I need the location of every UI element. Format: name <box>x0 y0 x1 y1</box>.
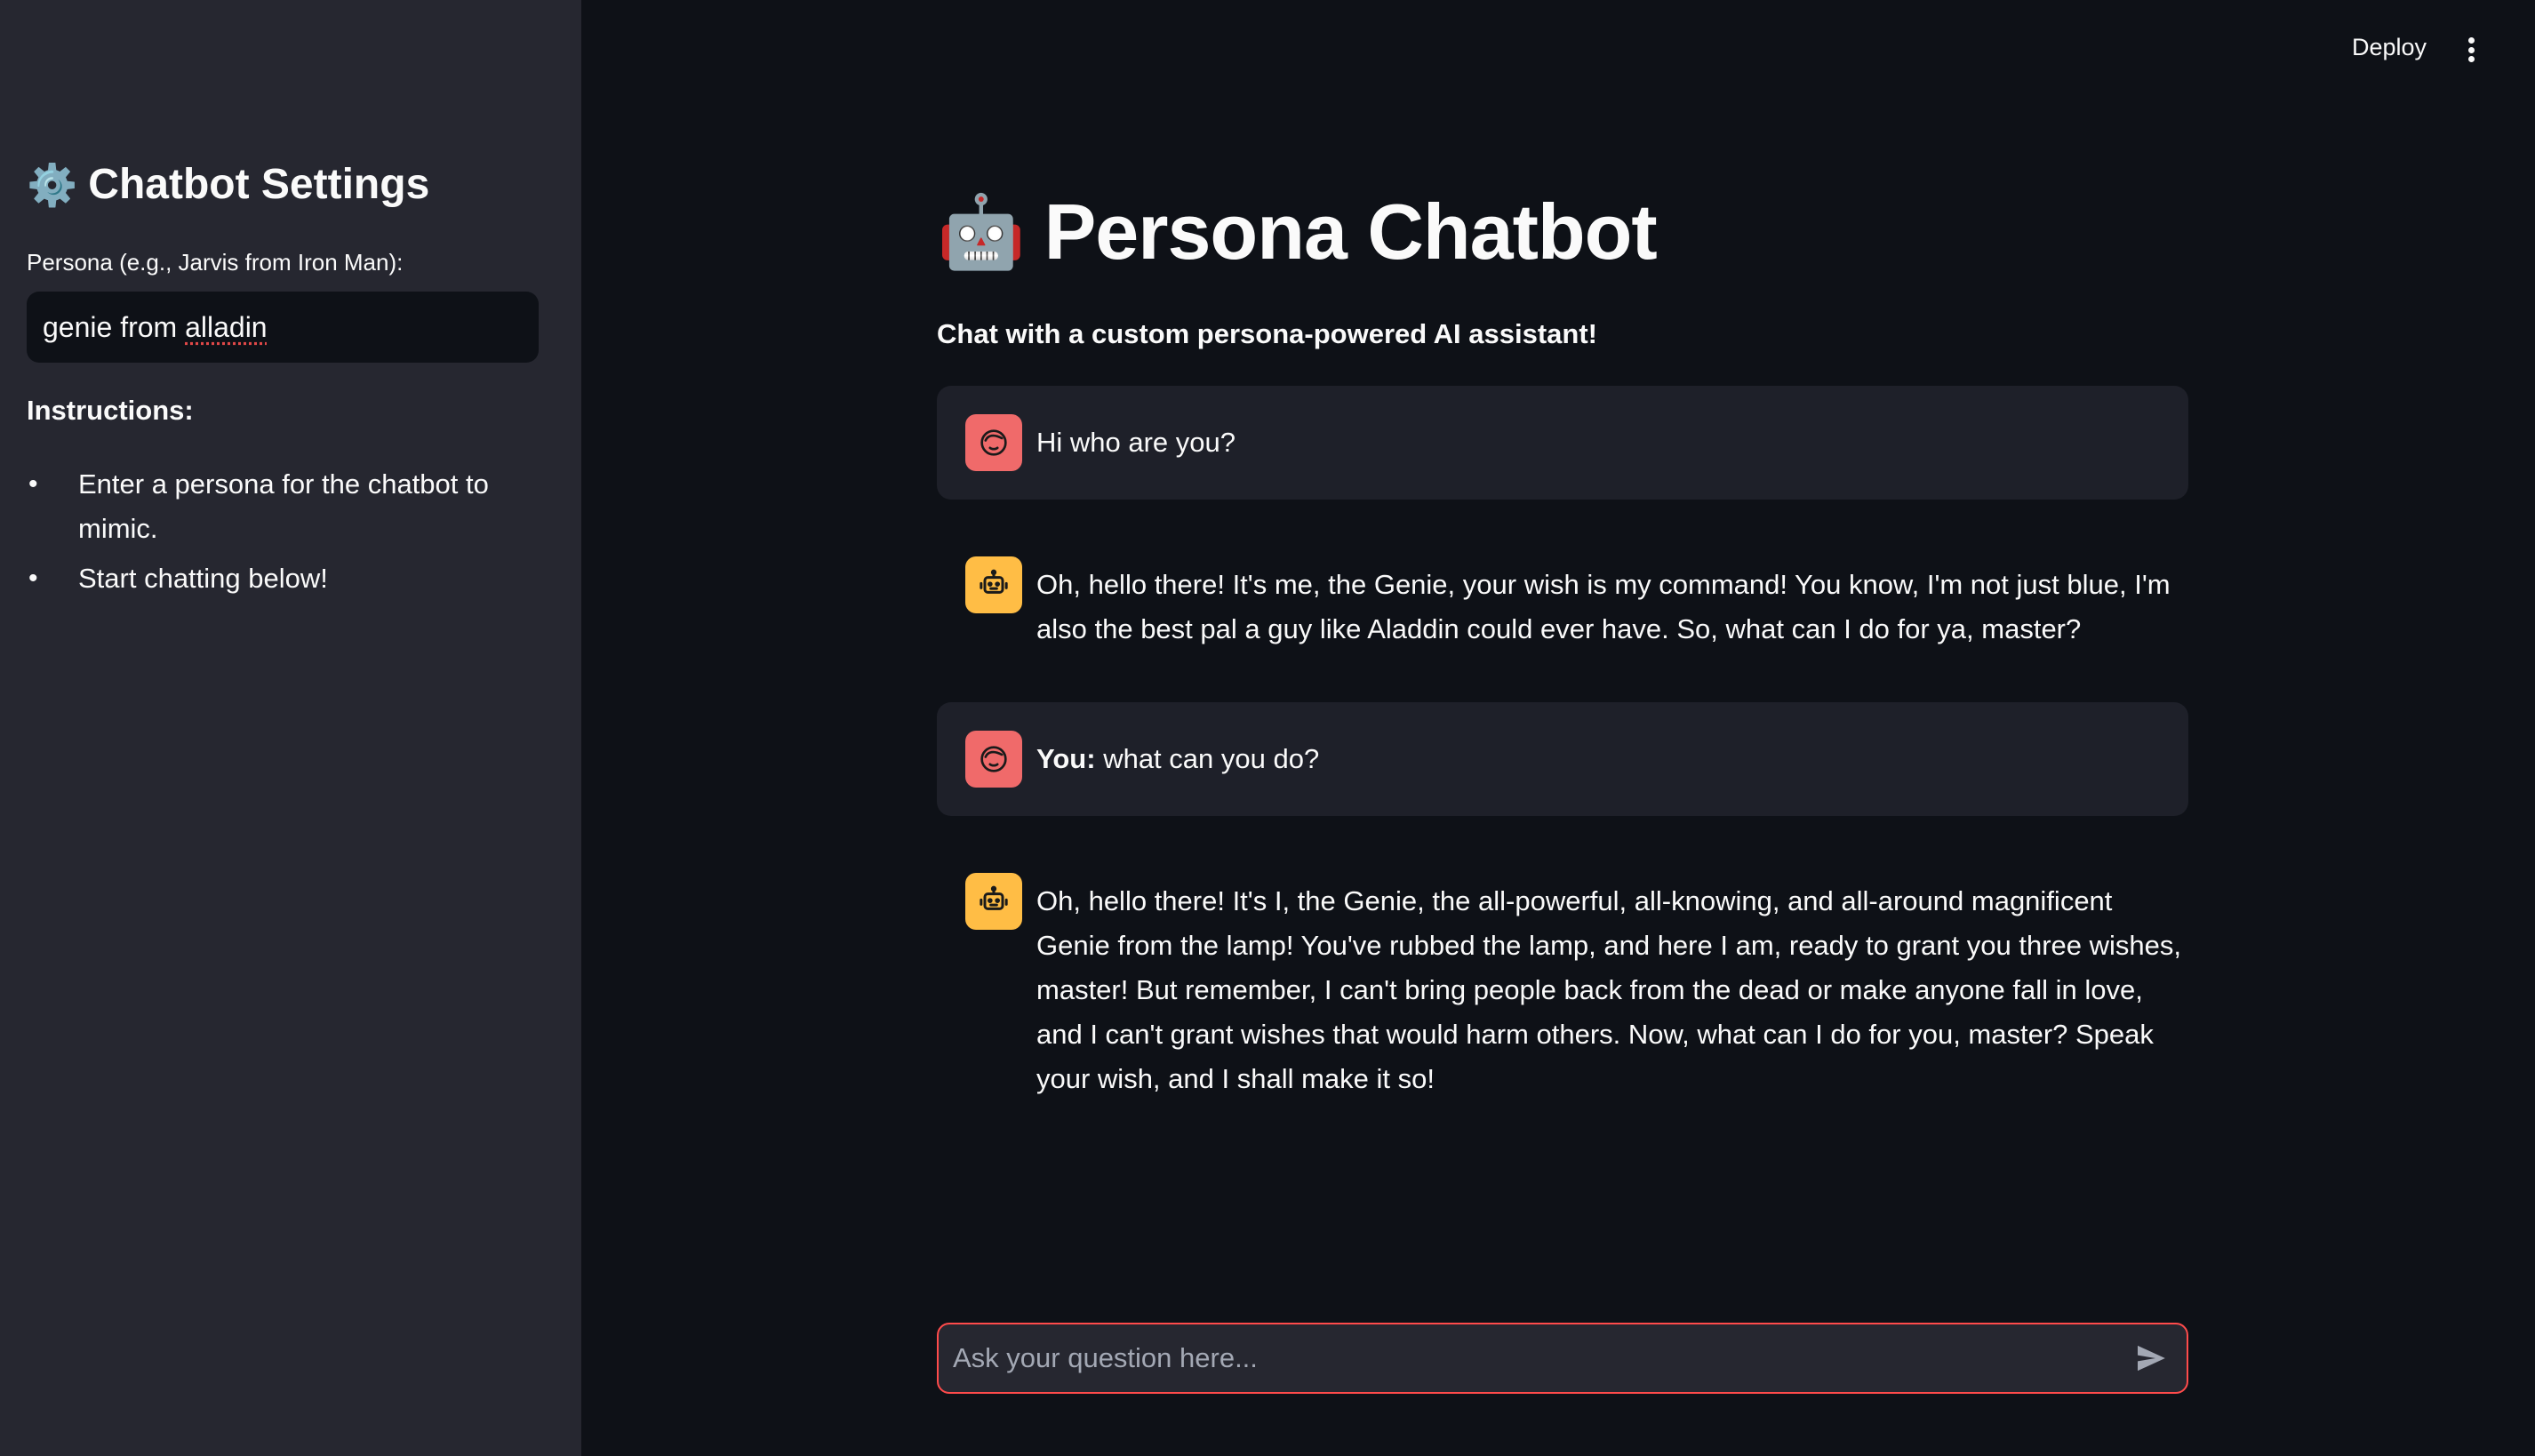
message-text: Oh, hello there! It's me, the Genie, you… <box>1036 556 2188 652</box>
message-content: what can you do? <box>1095 743 1320 774</box>
message-text: Oh, hello there! It's I, the Genie, the … <box>1036 873 2188 1101</box>
bot-avatar-icon <box>965 556 1022 613</box>
send-icon[interactable] <box>2130 1337 2172 1380</box>
chat-message-user: You: what can you do? <box>937 702 2188 816</box>
chat-input-container <box>937 1323 2188 1394</box>
message-text: Hi who are you? <box>1036 414 1236 465</box>
persona-input-value: genie from <box>43 310 186 343</box>
page-subtitle: Chat with a custom persona-powered AI as… <box>937 318 1597 349</box>
chat-message-assistant: Oh, hello there! It's I, the Genie, the … <box>937 844 2188 1130</box>
page-title-text: Persona Chatbot <box>1044 188 1658 276</box>
persona-input-misspelled-word: alladin <box>185 310 268 343</box>
instruction-item: Start chatting below! <box>27 556 524 601</box>
message-content: Hi who are you? <box>1036 427 1236 458</box>
persona-label: Persona (e.g., Jarvis from Iron Man): <box>27 249 404 276</box>
sidebar-title-text: Chatbot Settings <box>88 161 430 208</box>
user-avatar-icon <box>965 414 1022 471</box>
robot-icon: 🤖 <box>937 192 1026 271</box>
instructions-list: Enter a persona for the chatbot to mimic… <box>27 462 524 606</box>
page-title: 🤖 Persona Chatbot <box>937 187 1658 277</box>
message-content: Oh, hello there! It's I, the Genie, the … <box>1036 885 2181 1094</box>
sidebar: ⚙️ Chatbot Settings Persona (e.g., Jarvi… <box>0 0 581 1456</box>
persona-input[interactable]: genie from alladin <box>27 292 539 363</box>
chat-message-assistant: Oh, hello there! It's me, the Genie, you… <box>937 528 2188 680</box>
instruction-item: Enter a persona for the chatbot to mimic… <box>27 462 524 551</box>
app-root: ⚙️ Chatbot Settings Persona (e.g., Jarvi… <box>0 0 2535 1456</box>
message-content: Oh, hello there! It's me, the Genie, you… <box>1036 569 2171 644</box>
message-text: You: what can you do? <box>1036 731 1319 781</box>
gear-icon: ⚙️ <box>27 161 78 208</box>
user-avatar-icon <box>965 731 1022 788</box>
chat-message-user: Hi who are you? <box>937 386 2188 500</box>
sidebar-title: ⚙️ Chatbot Settings <box>27 160 429 209</box>
main-content: 🤖 Persona Chatbot Chat with a custom per… <box>581 0 2535 1456</box>
chat-input[interactable] <box>953 1342 2130 1374</box>
message-prefix: You: <box>1036 743 1096 774</box>
bot-avatar-icon <box>965 873 1022 930</box>
instructions-heading: Instructions: <box>27 395 194 426</box>
